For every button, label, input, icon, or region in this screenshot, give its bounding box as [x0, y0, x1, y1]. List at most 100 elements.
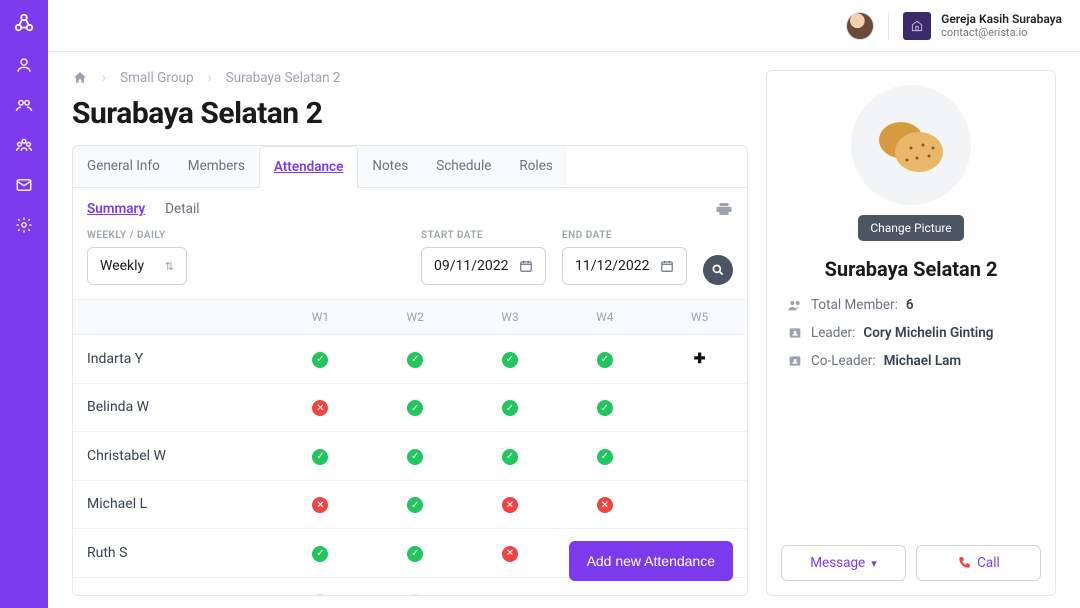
- check-icon: ✓: [407, 400, 423, 416]
- topbar: Gereja Kasih Surabaya contact@erista.io: [48, 0, 1080, 52]
- nav-settings-icon[interactable]: [15, 216, 33, 234]
- attendance-cell[interactable]: ✓: [368, 578, 463, 596]
- breadcrumb-level1[interactable]: Small Group: [120, 70, 193, 86]
- attendance-cell[interactable]: [652, 441, 747, 471]
- check-icon: ✓: [502, 400, 518, 416]
- breadcrumb-level2: Surabaya Selatan 2: [226, 70, 341, 86]
- attendance-cell[interactable]: ✓: [463, 432, 558, 480]
- end-date-input[interactable]: 11/12/2022: [562, 247, 687, 285]
- message-button[interactable]: Message ▾: [781, 545, 906, 581]
- app-logo-icon: [13, 12, 35, 34]
- member-name: Indarta Y: [73, 336, 273, 382]
- search-button[interactable]: [703, 255, 733, 285]
- check-icon: ✓: [312, 352, 328, 368]
- attendance-cell[interactable]: [652, 586, 747, 595]
- call-button[interactable]: Call: [916, 545, 1041, 581]
- attendance-cell[interactable]: ✓: [368, 529, 463, 577]
- user-avatar[interactable]: [846, 12, 874, 40]
- tab-general[interactable]: General Info: [73, 146, 174, 187]
- attendance-cell[interactable]: ✓: [368, 384, 463, 432]
- chevrons-icon: ⇅: [165, 260, 174, 273]
- add-attendance-button[interactable]: Add new Attendance: [569, 541, 733, 581]
- breadcrumb: › Small Group › Surabaya Selatan 2: [72, 70, 748, 86]
- chevron-right-icon: ›: [102, 70, 106, 86]
- tab-schedule[interactable]: Schedule: [422, 146, 505, 187]
- attendance-cell[interactable]: ✚: [652, 336, 747, 382]
- home-icon[interactable]: [72, 70, 88, 86]
- org-name: Gereja Kasih Surabaya: [941, 12, 1062, 26]
- x-icon: ✕: [312, 497, 328, 513]
- attendance-cell[interactable]: ✓: [368, 335, 463, 383]
- attendance-cell[interactable]: ✓: [463, 335, 558, 383]
- nav-group-icon[interactable]: [15, 136, 33, 154]
- attendance-cell[interactable]: ✓: [368, 481, 463, 529]
- period-label: WEEKLY / DAILY: [87, 230, 187, 241]
- add-icon[interactable]: ✚: [694, 351, 706, 367]
- attendance-cell[interactable]: [463, 586, 558, 595]
- nav-person-icon[interactable]: [15, 56, 33, 74]
- tab-members[interactable]: Members: [174, 146, 259, 187]
- attendance-cell[interactable]: ✓: [557, 335, 652, 383]
- check-icon: ✓: [597, 449, 613, 465]
- check-icon: ✓: [407, 497, 423, 513]
- org-info: Gereja Kasih Surabaya contact@erista.io: [941, 12, 1062, 39]
- divider: [888, 12, 889, 40]
- attendance-cell[interactable]: ✕: [273, 481, 368, 529]
- table-header-w3: W3: [463, 300, 558, 334]
- attendance-cell[interactable]: ✓: [463, 384, 558, 432]
- x-icon: ✕: [312, 400, 328, 416]
- change-picture-button[interactable]: Change Picture: [858, 215, 963, 241]
- badge-icon: [787, 325, 803, 341]
- attendance-cell[interactable]: ✕: [557, 481, 652, 529]
- tab-attendance[interactable]: Attendance: [259, 146, 358, 188]
- member-name: Belinda W: [73, 384, 273, 430]
- people-icon: [787, 297, 803, 313]
- x-icon: ✕: [502, 497, 518, 513]
- attendance-cell[interactable]: ✓: [557, 384, 652, 432]
- attendance-cell[interactable]: [557, 586, 652, 595]
- check-icon: ✓: [597, 352, 613, 368]
- badge-icon: [787, 353, 803, 369]
- check-icon: ✓: [312, 546, 328, 562]
- attendance-cell[interactable]: ✓: [273, 335, 368, 383]
- calendar-icon: [519, 259, 533, 273]
- check-icon: ✓: [407, 546, 423, 562]
- end-date-label: END DATE: [562, 230, 687, 241]
- page-title: Surabaya Selatan 2: [72, 96, 748, 131]
- org-logo-icon[interactable]: [903, 12, 931, 40]
- coleader-value: Michael Lam: [884, 353, 962, 369]
- attendance-cell[interactable]: ✓: [557, 432, 652, 480]
- table-row: Michael L ✕ ✓ ✕ ✕: [73, 481, 747, 530]
- period-select[interactable]: Weekly ⇅: [87, 247, 187, 285]
- calendar-icon: [660, 259, 674, 273]
- total-member-label: Total Member:: [811, 297, 898, 313]
- total-member-value: 6: [906, 297, 914, 313]
- attendance-cell[interactable]: ✕: [463, 481, 558, 529]
- attendance-cell[interactable]: ✕: [463, 529, 558, 577]
- member-name: Ruth S: [73, 530, 273, 576]
- filters: WEEKLY / DAILY Weekly ⇅ START DATE 09/11…: [73, 224, 747, 299]
- print-icon[interactable]: [715, 200, 733, 218]
- nav-people-icon[interactable]: [15, 96, 33, 114]
- member-name: Michael L: [73, 481, 273, 527]
- attendance-cell[interactable]: ✕: [273, 384, 368, 432]
- check-icon: ✓: [502, 352, 518, 368]
- check-icon: ✓: [407, 594, 423, 595]
- sidenav: [0, 0, 48, 608]
- subtab-detail[interactable]: Detail: [165, 201, 199, 217]
- tab-roles[interactable]: Roles: [505, 146, 566, 187]
- attendance-cell[interactable]: ✓: [273, 529, 368, 577]
- attendance-cell[interactable]: [652, 489, 747, 519]
- check-icon: ✓: [407, 352, 423, 368]
- attendance-cell[interactable]: ✕: [273, 578, 368, 596]
- x-icon: ✕: [597, 497, 613, 513]
- attendance-cell[interactable]: ✓: [273, 432, 368, 480]
- check-icon: ✓: [502, 449, 518, 465]
- nav-mail-icon[interactable]: [15, 176, 33, 194]
- check-icon: ✓: [312, 449, 328, 465]
- attendance-cell[interactable]: ✓: [368, 432, 463, 480]
- start-date-input[interactable]: 09/11/2022: [421, 247, 546, 285]
- attendance-cell[interactable]: [652, 392, 747, 422]
- tab-notes[interactable]: Notes: [358, 146, 422, 187]
- subtab-summary[interactable]: Summary: [87, 201, 145, 217]
